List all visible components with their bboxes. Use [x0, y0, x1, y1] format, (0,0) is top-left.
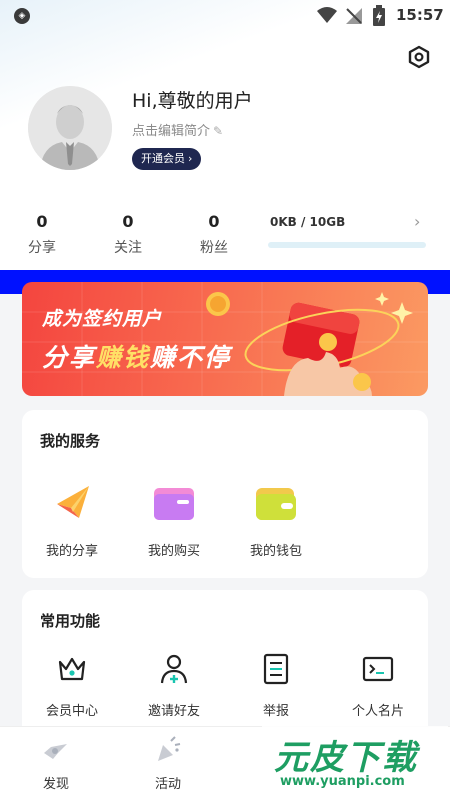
section-title: 我的服务	[40, 432, 101, 450]
chevron-right-icon[interactable]: ›	[414, 212, 420, 231]
banner-slogan-highlight: 赚钱	[96, 343, 151, 372]
vip-label: 开通会员	[141, 152, 185, 165]
promo-banner[interactable]: 成为签约用户 分享赚钱赚不停	[22, 282, 428, 396]
storage-progress-bar	[268, 242, 426, 248]
banner-slogan: 分享赚钱赚不停	[42, 338, 231, 374]
crown-icon	[55, 652, 89, 686]
service-my-wallet[interactable]: 我的钱包	[241, 480, 311, 559]
function-invite-friends[interactable]: 邀请好友	[134, 652, 214, 719]
settings-icon[interactable]	[406, 44, 432, 70]
service-label: 我的购买	[147, 544, 200, 559]
open-vip-button[interactable]: 开通会员 ›	[132, 148, 202, 170]
service-my-shares[interactable]: 我的分享	[37, 480, 107, 559]
chevron-right-icon: ›	[188, 152, 193, 165]
my-services-card: 我的服务 我的分享 我的购买 我的钱包	[22, 410, 428, 578]
stat-value: 0	[36, 212, 48, 231]
wallet-icon	[253, 480, 299, 526]
stat-value: 0	[208, 212, 220, 231]
edit-bio-link[interactable]: 点击编辑简介 ✎	[132, 120, 223, 139]
watermark: 元皮下载 www.yuanpi.com	[262, 726, 448, 798]
function-business-card[interactable]: 个人名片	[338, 652, 418, 719]
function-label: 会员中心	[45, 704, 98, 719]
report-doc-icon	[259, 652, 293, 686]
tab-discover[interactable]: 发现	[21, 735, 91, 792]
stat-label: 分享	[28, 240, 56, 256]
stat-label: 粉丝	[200, 240, 228, 256]
clock: 15:57	[396, 6, 444, 24]
share-plane-icon	[49, 480, 95, 526]
common-functions-card: 常用功能 会员中心 邀请好友 举报 个人名片	[22, 590, 428, 740]
status-bar: ◈ 15:57	[0, 0, 450, 32]
banner-headline: 成为签约用户	[42, 308, 163, 330]
party-icon	[153, 735, 183, 763]
stat-label: 关注	[114, 240, 142, 256]
banner-slogan-part: 分享	[42, 343, 97, 372]
discover-icon	[41, 735, 71, 763]
service-my-purchases[interactable]: 我的购买	[139, 480, 209, 559]
function-label: 个人名片	[351, 704, 404, 719]
wifi-icon	[317, 7, 337, 23]
banner-slogan-part: 赚不停	[150, 343, 232, 372]
storage-usage-text[interactable]: 0KB / 10GB	[270, 215, 345, 229]
add-user-icon	[157, 652, 191, 686]
greeting: Hi,尊敬的用户	[132, 90, 253, 112]
purchase-folder-icon	[151, 480, 197, 526]
stat-followers[interactable]: 0 粉丝	[184, 212, 244, 257]
stat-value: 0	[122, 212, 134, 231]
shield-notification-icon: ◈	[14, 8, 30, 24]
function-report[interactable]: 举报	[236, 652, 316, 719]
section-title: 常用功能	[40, 612, 101, 630]
stat-following[interactable]: 0 关注	[98, 212, 158, 257]
service-label: 我的分享	[45, 544, 98, 559]
battery-icon	[373, 5, 385, 26]
service-label: 我的钱包	[249, 544, 302, 559]
stat-shares[interactable]: 0 分享	[12, 212, 72, 257]
default-user-icon	[28, 86, 112, 170]
watermark-logo: 元皮下载	[274, 738, 418, 778]
watermark-url: www.yuanpi.com	[280, 774, 405, 789]
tab-label: 发现	[42, 777, 69, 792]
tab-activity[interactable]: 活动	[133, 735, 203, 792]
no-signal-icon	[346, 8, 362, 24]
edit-bio-label: 点击编辑简介	[132, 124, 211, 139]
tab-label: 活动	[154, 777, 181, 792]
avatar[interactable]	[28, 86, 112, 170]
function-label: 邀请好友	[147, 704, 200, 719]
function-label: 举报	[262, 704, 289, 719]
pencil-icon: ✎	[213, 124, 224, 138]
terminal-card-icon	[361, 652, 395, 686]
function-vip-center[interactable]: 会员中心	[32, 652, 112, 719]
